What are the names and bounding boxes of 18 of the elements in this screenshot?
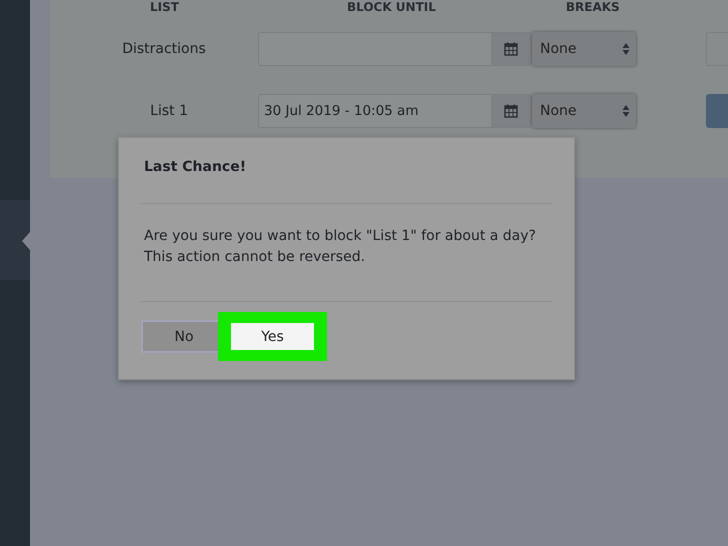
column-header: LIST (150, 0, 179, 14)
date-field[interactable]: 30 Jul 2019 - 10:05 am (258, 94, 532, 128)
column-header: BLOCK UNTIL (346, 0, 436, 14)
sidebar-item[interactable] (0, 200, 30, 280)
breaks-select[interactable]: None (532, 32, 636, 66)
pointer-icon (22, 232, 30, 250)
sort-arrows-icon (622, 42, 630, 56)
sort-arrows-icon (622, 104, 630, 118)
list-name: List 1 (149, 103, 189, 119)
dialog-button[interactable]: Yes (231, 323, 314, 350)
column-header: BREAKS (566, 0, 620, 14)
list-name: Distractions (121, 41, 207, 57)
calendar-icon[interactable] (491, 33, 531, 65)
dialog-title: Last Chance! (141, 138, 552, 204)
breaks-select[interactable]: None (532, 94, 636, 128)
dialog-message: Are you sure you want to block "List 1" for about a day? This action cannot be reversed. (141, 204, 552, 302)
date-field[interactable] (258, 32, 532, 66)
calendar-icon[interactable] (491, 95, 531, 127)
